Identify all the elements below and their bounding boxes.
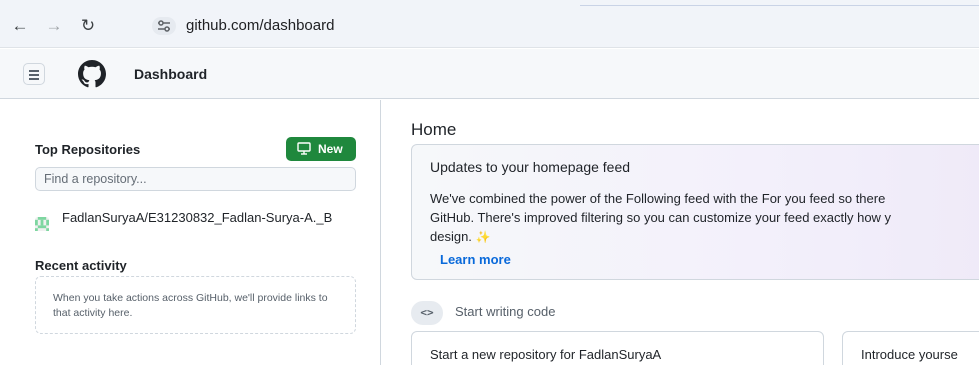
recent-activity-heading: Recent activity <box>35 258 127 273</box>
new-button-label: New <box>318 142 343 156</box>
introduce-yourself-card-title: Introduce yourse <box>861 347 958 362</box>
new-repository-card-title: Start a new repository for FadlanSuryaA <box>430 347 662 362</box>
new-repository-button[interactable]: New <box>286 137 356 161</box>
recent-activity-empty-box: When you take actions across GitHub, we'… <box>35 276 356 334</box>
site-info-icon[interactable] <box>152 17 176 35</box>
new-repository-card[interactable]: Start a new repository for FadlanSuryaA <box>411 331 824 365</box>
github-header: Dashboard <box>0 49 979 99</box>
tab-strip <box>580 0 979 6</box>
start-writing-code-label: Start writing code <box>455 304 556 319</box>
identicon-avatar-icon <box>35 217 49 231</box>
find-repository-input[interactable] <box>35 167 356 191</box>
top-repositories-heading: Top Repositories <box>35 142 141 157</box>
repository-link[interactable]: FadlanSuryaA/E31230832_Fadlan-Surya-A._B <box>62 209 372 227</box>
introduce-yourself-card[interactable]: Introduce yourse <box>842 331 979 365</box>
forward-arrow-icon[interactable]: → <box>44 16 64 36</box>
repository-list-item[interactable]: FadlanSuryaA/E31230832_Fadlan-Surya-A._B <box>35 205 365 245</box>
dashboard-main: Home Updates to your homepage feed We've… <box>382 100 979 365</box>
back-arrow-icon[interactable]: ← <box>10 16 30 36</box>
recent-activity-empty-text: When you take actions across GitHub, we'… <box>53 292 328 319</box>
updates-body-line: GitHub. There's improved filtering so yo… <box>430 210 892 225</box>
feed-updates-card: Updates to your homepage feed We've comb… <box>411 144 979 280</box>
updates-body-line: We've combined the power of the Followin… <box>430 191 886 206</box>
sparkle-icon: ✨ <box>475 230 491 244</box>
address-bar[interactable]: github.com/dashboard <box>112 10 972 42</box>
hamburger-menu-icon[interactable] <box>23 63 45 85</box>
reload-icon[interactable]: ↻ <box>78 16 98 36</box>
dashboard-sidebar: Top Repositories New FadlanSuryaA/E31230… <box>0 100 381 365</box>
url-text[interactable]: github.com/dashboard <box>186 17 334 34</box>
repo-icon <box>297 142 311 155</box>
updates-card-body: We've combined the power of the Followin… <box>430 189 979 247</box>
github-logo-icon[interactable] <box>78 60 106 88</box>
learn-more-link[interactable]: Learn more <box>440 252 511 267</box>
home-heading: Home <box>411 120 457 139</box>
browser-toolbar: ← → ↻ github.com/dashboard <box>0 0 979 48</box>
updates-body-line-last: design. ✨ <box>430 227 979 247</box>
code-icon: <> <box>411 301 443 325</box>
updates-body-line: design. <box>430 229 472 244</box>
page-title[interactable]: Dashboard <box>134 66 207 82</box>
updates-card-title: Updates to your homepage feed <box>430 159 631 175</box>
